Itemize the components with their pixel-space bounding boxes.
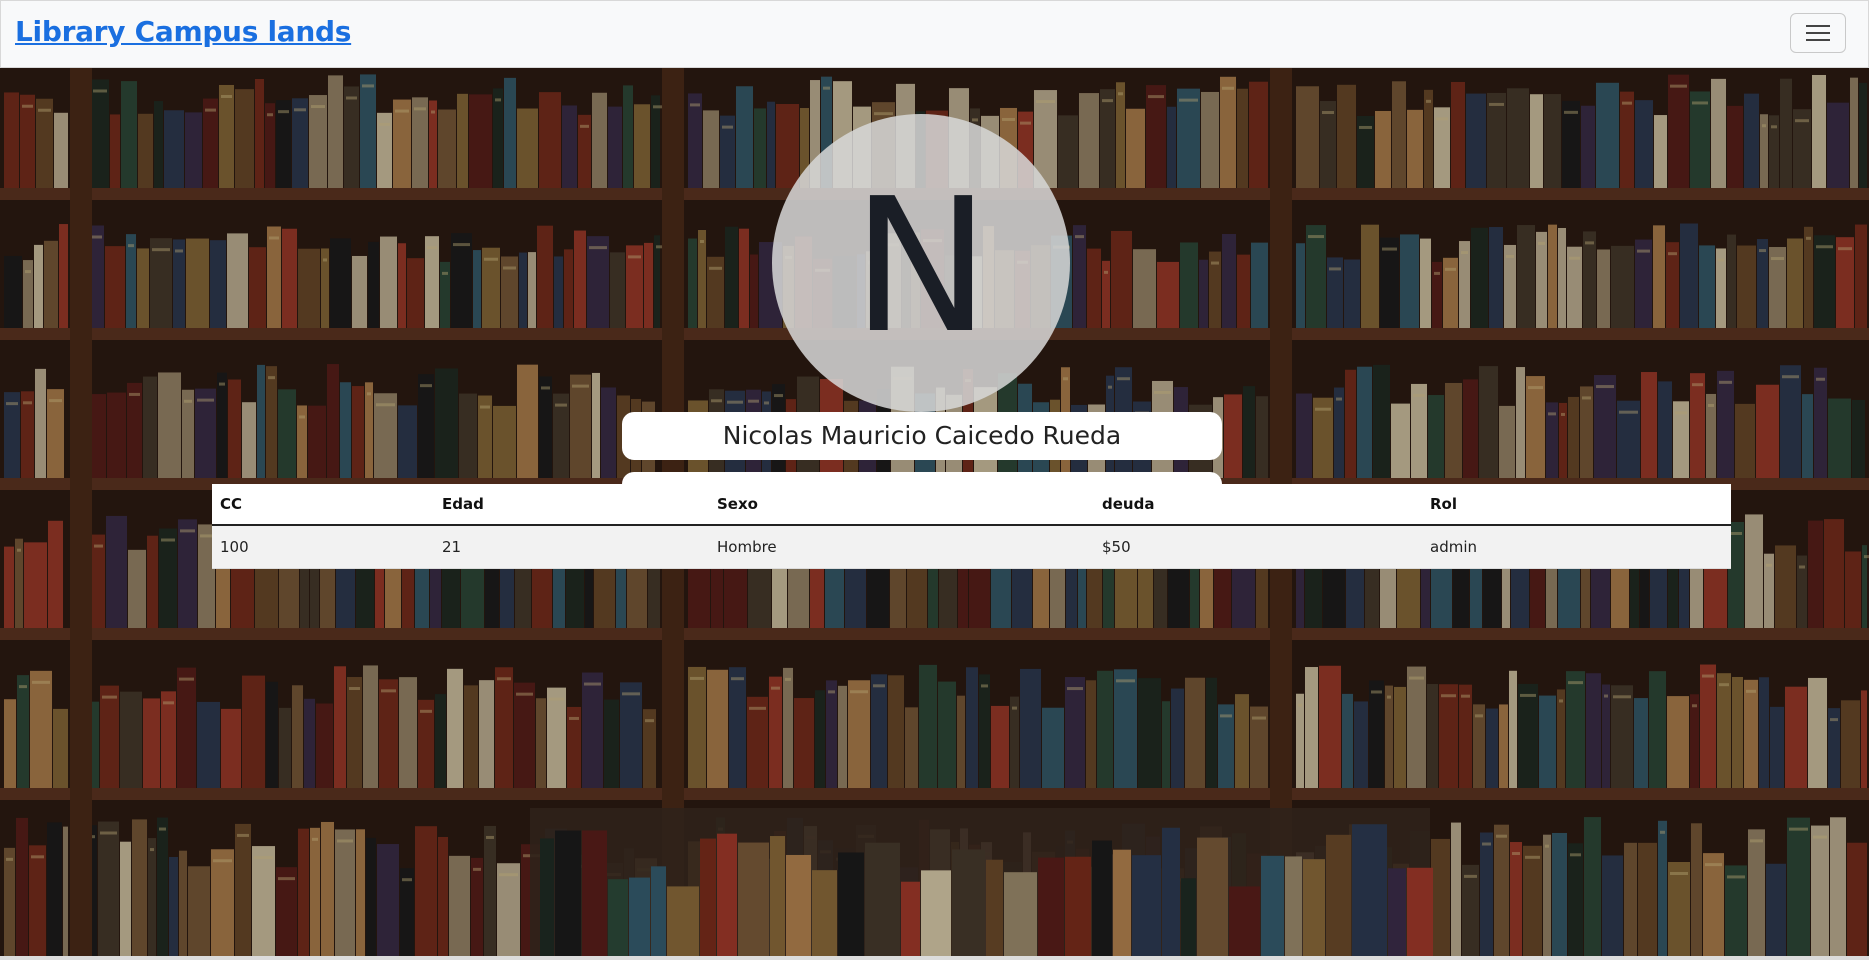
user-info-table: CC Edad Sexo deuda Rol 100 21 Hombre $50…	[212, 484, 1731, 569]
navbar: Library Campus lands	[0, 0, 1869, 68]
avatar: N	[772, 114, 1070, 412]
user-name: Nicolas Mauricio Caicedo Rueda	[622, 412, 1222, 460]
avatar-initial: N	[851, 158, 991, 374]
column-header-cc: CC	[212, 484, 434, 526]
column-header-edad: Edad	[434, 484, 709, 526]
column-header-deuda: deuda	[1094, 484, 1422, 526]
table-row: 100 21 Hombre $50 admin	[212, 525, 1731, 569]
table-header-row: CC Edad Sexo deuda Rol	[212, 484, 1731, 526]
hamburger-icon	[1806, 25, 1830, 27]
brand-link[interactable]: Library Campus lands	[15, 15, 351, 48]
horizontal-scrollbar[interactable]	[0, 956, 1869, 960]
navbar-toggle-button[interactable]	[1790, 13, 1846, 53]
cell-sexo: Hombre	[709, 525, 1094, 569]
column-header-sexo: Sexo	[709, 484, 1094, 526]
cell-rol: admin	[1422, 525, 1731, 569]
cell-deuda: $50	[1094, 525, 1422, 569]
cell-cc: 100	[212, 525, 434, 569]
column-header-rol: Rol	[1422, 484, 1731, 526]
cell-edad: 21	[434, 525, 709, 569]
